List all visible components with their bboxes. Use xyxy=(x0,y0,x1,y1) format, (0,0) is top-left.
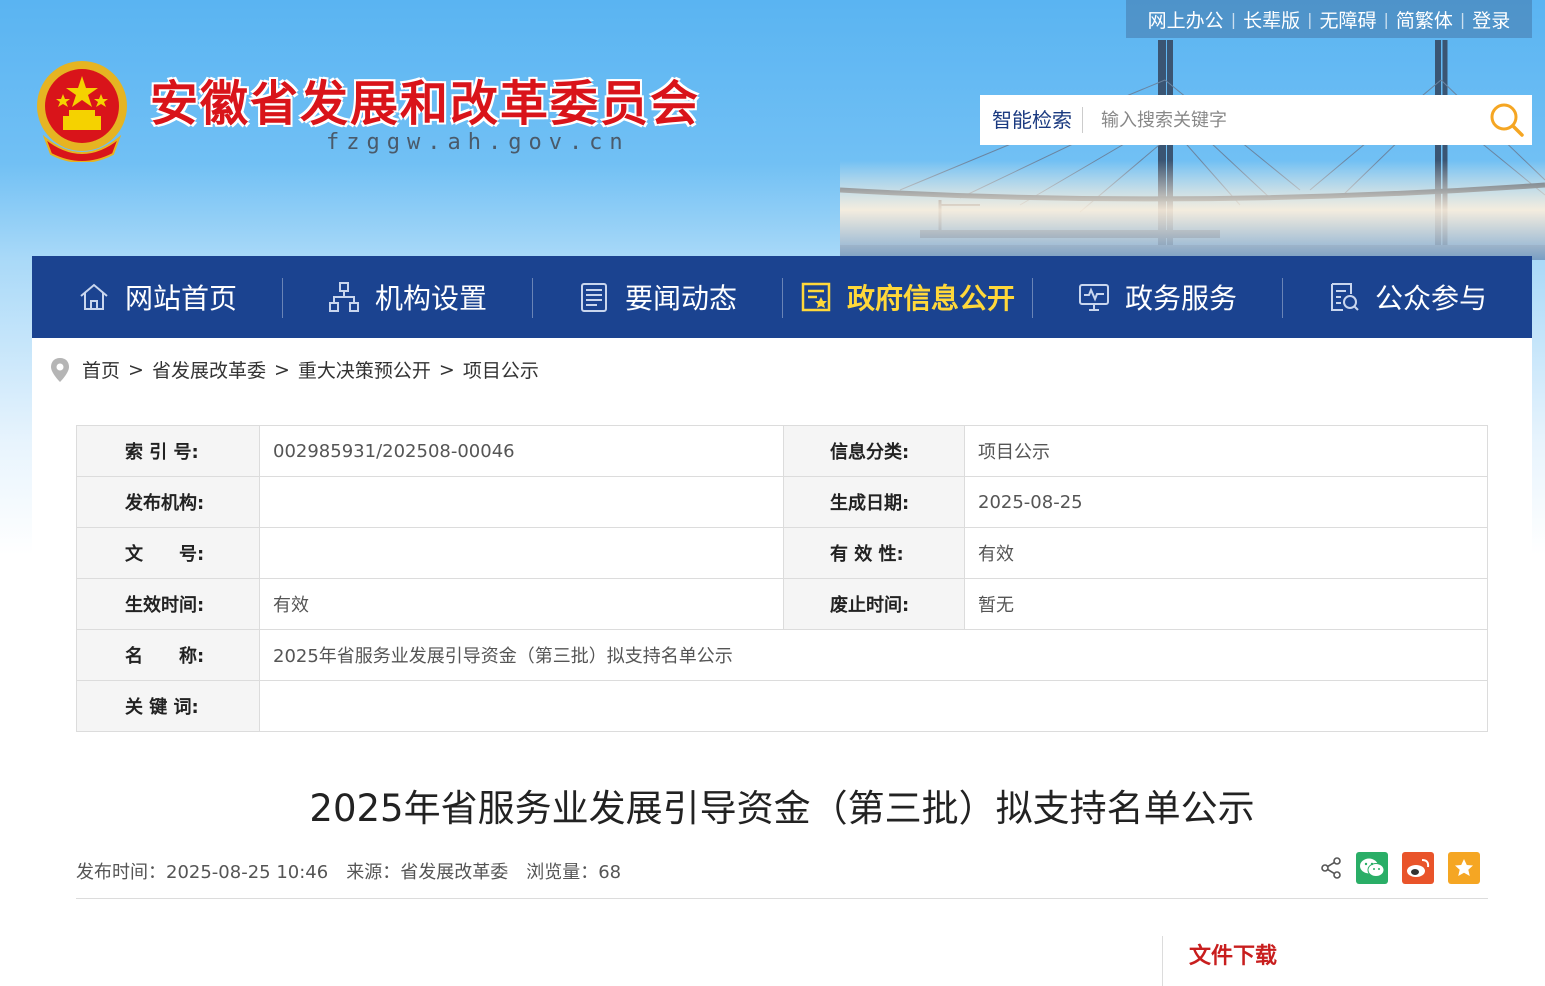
weibo-share-icon[interactable] xyxy=(1402,852,1434,884)
nav-item-home[interactable]: 网站首页 xyxy=(32,256,282,338)
table-row: 生效时间: 有效 废止时间: 暂无 xyxy=(76,578,1488,630)
content-panel: 首页 > 省发展改革委 > 重大决策预公开 > 项目公示 索 引 号: 0029… xyxy=(32,338,1532,986)
doc-no-label: 文 号: xyxy=(76,527,260,579)
home-icon xyxy=(80,283,108,310)
nav-label: 政府信息公开 xyxy=(846,282,1015,315)
table-row: 名 称: 2025年省服务业发展引导资金（第三批）拟支持名单公示 xyxy=(76,629,1488,681)
breadcrumb: 首页 > 省发展改革委 > 重大决策预公开 > 项目公示 xyxy=(50,356,539,383)
download-divider xyxy=(1162,936,1163,986)
nav-label: 公众参与 xyxy=(1374,282,1487,315)
publisher-label: 发布机构: xyxy=(76,476,260,528)
participation-icon xyxy=(1330,283,1359,311)
effective-value: 有效 xyxy=(259,578,784,630)
breadcrumb-project-notice[interactable]: 项目公示 xyxy=(463,356,539,383)
wechat-share-icon[interactable] xyxy=(1356,852,1388,884)
site-title[interactable]: 安徽省发展和改革委员会 xyxy=(150,64,700,134)
breadcrumb-major-decisions[interactable]: 重大决策预公开 xyxy=(298,356,431,383)
search-icon[interactable] xyxy=(1482,95,1532,145)
article-source: 来源：省发展改革委 xyxy=(346,862,509,883)
top-link-accessibility[interactable]: 无障碍 xyxy=(1319,6,1376,33)
abolish-value: 暂无 xyxy=(964,578,1488,630)
breadcrumb-home[interactable]: 首页 xyxy=(82,356,120,383)
share-icon[interactable] xyxy=(1320,857,1342,879)
metadata-table: 索 引 号: 002985931/202508-00046 信息分类: 项目公示… xyxy=(76,425,1488,732)
name-value: 2025年省服务业发展引导资金（第三批）拟支持名单公示 xyxy=(259,629,1488,681)
top-link-simplified-traditional[interactable]: 简繁体 xyxy=(1396,6,1453,33)
search-input[interactable] xyxy=(1083,109,1482,131)
keywords-value xyxy=(259,680,1488,732)
gen-date-label: 生成日期: xyxy=(783,476,965,528)
divider xyxy=(76,898,1488,899)
search-label: 智能检索 xyxy=(980,107,1083,133)
article-meta: 发布时间：2025-08-25 10:46 来源：省发展改革委 浏览量：68 xyxy=(76,858,621,884)
org-chart-icon xyxy=(328,282,359,312)
category-label: 信息分类: xyxy=(783,425,965,477)
category-value: 项目公示 xyxy=(964,425,1488,477)
search-box: 智能检索 xyxy=(980,95,1532,145)
monitor-icon xyxy=(1078,284,1109,311)
share-bar xyxy=(1320,852,1480,884)
nav-label: 要闻动态 xyxy=(624,282,737,315)
breadcrumb-ndrc[interactable]: 省发展改革委 xyxy=(152,356,266,383)
doc-no-value xyxy=(259,527,784,579)
news-icon xyxy=(580,283,607,312)
validity-value: 有效 xyxy=(964,527,1488,579)
nav-item-gov-service[interactable]: 政务服务 xyxy=(1032,256,1282,338)
nav-item-news[interactable]: 要闻动态 xyxy=(532,256,782,338)
location-pin-icon xyxy=(51,357,69,382)
top-link-elder-version[interactable]: 长辈版 xyxy=(1243,6,1300,33)
publisher-value xyxy=(259,476,784,528)
article-title: 2025年省服务业发展引导资金（第三批）拟支持名单公示 xyxy=(309,787,1255,830)
info-disclosure-icon xyxy=(801,282,831,312)
top-links-bar: 网上办公 | 长辈版 | 无障碍 | 简繁体 | 登录 xyxy=(1126,0,1532,38)
table-row: 索 引 号: 002985931/202508-00046 信息分类: 项目公示 xyxy=(76,425,1488,477)
nav-label: 网站首页 xyxy=(124,282,237,315)
bridge-banner-image xyxy=(840,40,1545,260)
table-row: 发布机构: 生成日期: 2025-08-25 xyxy=(76,476,1488,528)
nav-item-public-participation[interactable]: 公众参与 xyxy=(1282,256,1532,338)
top-link-login[interactable]: 登录 xyxy=(1472,6,1510,33)
gen-date-value: 2025-08-25 xyxy=(964,476,1488,528)
favorite-star-icon[interactable] xyxy=(1448,852,1480,884)
site-domain: fzggw.ah.gov.cn xyxy=(326,130,630,155)
index-label: 索 引 号: xyxy=(76,425,260,477)
top-link-online-office[interactable]: 网上办公 xyxy=(1148,6,1224,33)
nav-item-organization[interactable]: 机构设置 xyxy=(282,256,532,338)
main-nav: 网站首页 机构设置 要闻动态 政府信息公开 政务服务 公众参与 xyxy=(32,256,1532,338)
table-row: 关 键 词: xyxy=(76,680,1488,732)
nav-item-info-disclosure[interactable]: 政府信息公开 xyxy=(782,256,1032,338)
national-emblem-icon xyxy=(33,58,131,163)
index-value: 002985931/202508-00046 xyxy=(259,425,784,477)
validity-label: 有 效 性: xyxy=(783,527,965,579)
table-row: 文 号: 有 效 性: 有效 xyxy=(76,527,1488,579)
abolish-label: 废止时间: xyxy=(783,578,965,630)
keywords-label: 关 键 词: xyxy=(76,680,260,732)
nav-label: 机构设置 xyxy=(374,282,487,315)
view-count: 浏览量：68 xyxy=(526,862,622,883)
nav-label: 政务服务 xyxy=(1124,282,1237,315)
effective-label: 生效时间: xyxy=(76,578,260,630)
name-label: 名 称: xyxy=(76,629,260,681)
file-download-heading: 文件下载 xyxy=(1189,944,1278,969)
publish-time: 发布时间：2025-08-25 10:46 xyxy=(76,862,329,883)
